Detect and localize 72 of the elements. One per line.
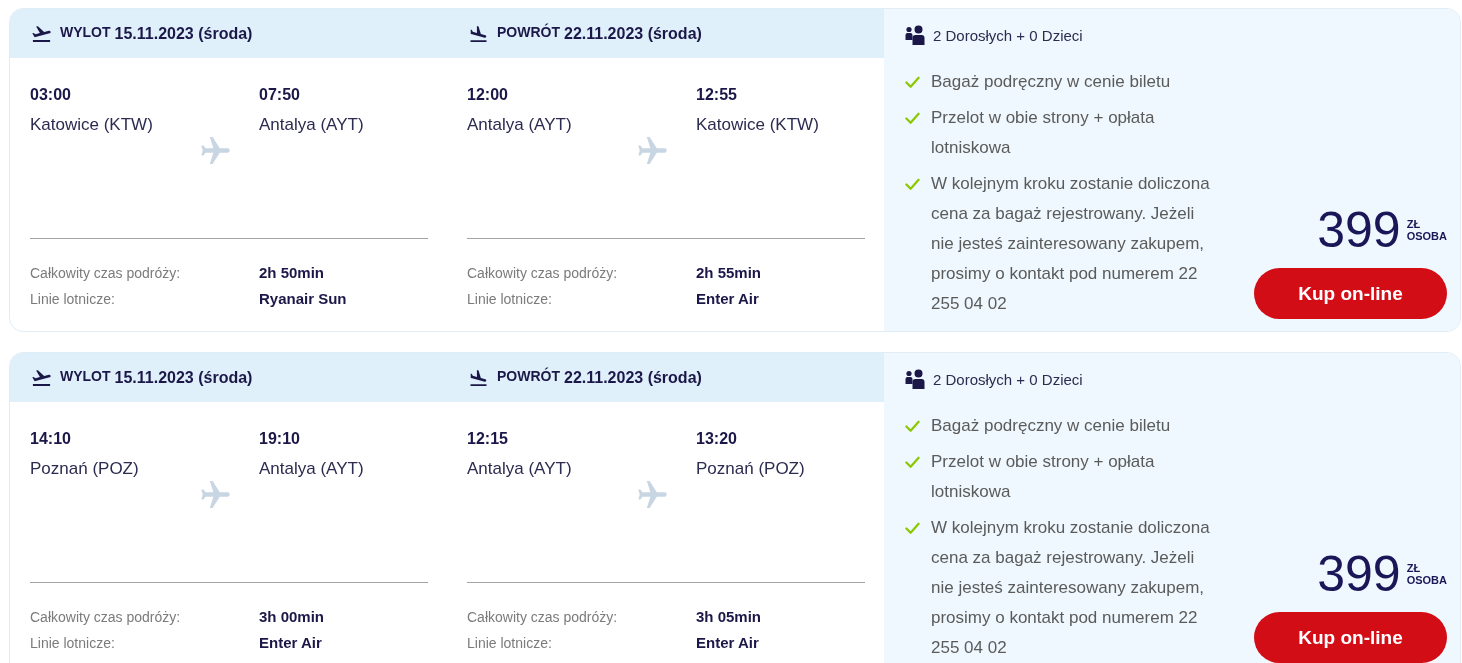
buy-online-button[interactable]: Kup on-line <box>1254 268 1447 319</box>
detail-value: Enter Air <box>259 633 323 653</box>
leg-label: WYLOT <box>60 23 111 40</box>
currency-label: ZŁ <box>1406 218 1422 230</box>
departure-time: 12:15 <box>467 429 509 449</box>
departure-time: 12:00 <box>467 85 509 105</box>
departure-time: 14:10 <box>30 429 72 449</box>
check-icon <box>905 76 920 89</box>
detail-value: Enter Air <box>696 289 760 309</box>
feature-text: Bagaż podręczny w cenie biletu <box>931 415 1172 437</box>
landing-icon <box>469 369 488 386</box>
arrival-city: Antalya (AYT) <box>259 458 365 480</box>
airplane-icon <box>638 481 667 508</box>
leg-label: POWRÓT <box>497 23 560 40</box>
check-icon <box>905 420 920 433</box>
detail-label: Całkowity czas podróży: <box>30 608 182 627</box>
landing-icon <box>469 25 488 42</box>
leg-date: 22.11.2023 (środa) <box>564 368 702 387</box>
departure-city: Poznań (POZ) <box>30 458 140 480</box>
leg-date: 22.11.2023 (środa) <box>564 24 702 43</box>
detail-label: Linie lotnicze: <box>467 290 553 309</box>
check-icon <box>905 522 920 535</box>
check-icon <box>905 178 920 191</box>
departure-city: Antalya (AYT) <box>467 458 573 480</box>
detail-value: Enter Air <box>696 633 760 653</box>
airplane-icon <box>638 137 667 164</box>
detail-label: Linie lotnicze: <box>30 634 116 653</box>
currency-label: ZŁ <box>1406 562 1422 574</box>
arrival-time: 13:20 <box>696 429 738 449</box>
leg-date: 15.11.2023 (środa) <box>114 368 253 387</box>
arrival-city: Poznań (POZ) <box>696 458 806 480</box>
detail-value: 3h 00min <box>259 607 326 627</box>
check-icon <box>905 112 920 125</box>
passengers-text: 2 Dorosłych + 0 Dzieci <box>933 26 1083 44</box>
passengers-text: 2 Dorosłych + 0 Dzieci <box>933 370 1083 388</box>
takeoff-icon <box>32 25 51 42</box>
feature-text: W kolejnym kroku zostanie doliczona cena za bagaż rejestrowany. Jeżeli nie jesteś zainteresowany zakupem, prosimy o kontakt pod numerem 22 255 04 02 <box>931 517 1211 659</box>
airplane-icon <box>201 137 230 164</box>
feature-text: Bagaż podręczny w cenie biletu <box>931 71 1172 93</box>
feature-text: Przelot w obie strony + opłata lotniskowa <box>931 107 1156 159</box>
per-person-label: OSOBA <box>1406 230 1447 242</box>
price-amount: 399 <box>1317 205 1401 255</box>
people-icon <box>905 369 925 389</box>
detail-value: Ryanair Sun <box>259 289 348 309</box>
arrival-time: 07:50 <box>259 85 301 105</box>
arrival-city: Antalya (AYT) <box>259 114 365 136</box>
detail-label: Linie lotnicze: <box>467 634 553 653</box>
detail-label: Całkowity czas podróży: <box>467 264 619 283</box>
people-icon <box>905 25 925 45</box>
leg-label: WYLOT <box>60 367 111 384</box>
leg-label: POWRÓT <box>497 367 560 384</box>
feature-text: W kolejnym kroku zostanie doliczona cena za bagaż rejestrowany. Jeżeli nie jesteś zainteresowany zakupem, prosimy o kontakt pod numerem 22 255 04 02 <box>931 173 1211 315</box>
detail-label: Całkowity czas podróży: <box>467 608 619 627</box>
arrival-time: 12:55 <box>696 85 738 105</box>
detail-value: 2h 55min <box>696 263 763 283</box>
check-icon <box>905 456 920 469</box>
detail-label: Linie lotnicze: <box>30 290 116 309</box>
per-person-label: OSOBA <box>1406 574 1447 586</box>
departure-time: 03:00 <box>30 85 72 105</box>
takeoff-icon <box>32 369 51 386</box>
airplane-icon <box>201 481 230 508</box>
price-amount: 399 <box>1317 549 1401 599</box>
departure-city: Katowice (KTW) <box>30 114 154 136</box>
feature-text: Przelot w obie strony + opłata lotniskowa <box>931 451 1156 503</box>
departure-city: Antalya (AYT) <box>467 114 573 136</box>
detail-label: Całkowity czas podróży: <box>30 264 182 283</box>
detail-value: 2h 50min <box>259 263 326 283</box>
arrival-time: 19:10 <box>259 429 301 449</box>
leg-date: 15.11.2023 (środa) <box>114 24 253 43</box>
buy-online-button[interactable]: Kup on-line <box>1254 612 1447 663</box>
detail-value: 3h 05min <box>696 607 763 627</box>
arrival-city: Katowice (KTW) <box>696 114 820 136</box>
